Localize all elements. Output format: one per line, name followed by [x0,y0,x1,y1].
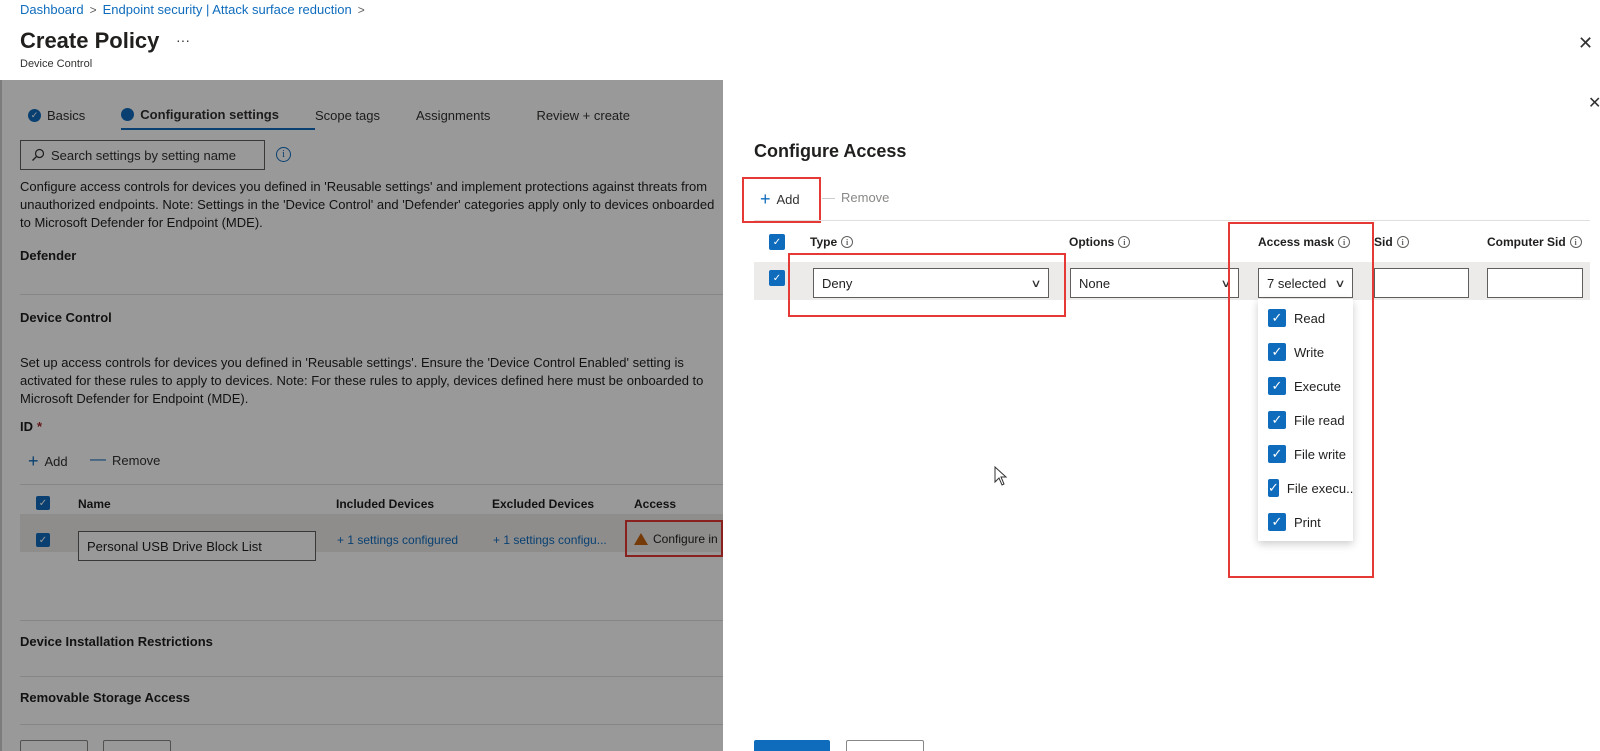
options-dropdown[interactable]: None ∨ [1070,268,1239,298]
column-header-type: Type i [810,235,854,249]
computer-sid-input[interactable] [1487,268,1583,298]
highlight-type-box [788,253,1066,317]
blade-select-all-checkbox[interactable]: ✓ [769,234,785,250]
column-label: Computer Sid [1487,235,1566,249]
breadcrumb-separator: > [89,2,97,17]
close-page-icon[interactable]: ✕ [1578,34,1593,52]
blade-remove-button[interactable]: — Remove [822,190,889,205]
save-button[interactable] [754,740,830,751]
breadcrumb: Dashboard > Endpoint security | Attack s… [20,2,365,17]
mouse-cursor-icon [994,466,1008,486]
minus-icon: — [822,190,835,205]
highlight-access-mask-box [1228,222,1374,578]
info-icon[interactable]: i [1118,236,1131,248]
cancel-button[interactable] [846,740,924,751]
modal-overlay [0,80,723,751]
more-options-button[interactable]: ··· [176,32,190,48]
column-header-options: Options i [1069,235,1131,249]
access-row-checkbox[interactable]: ✓ [769,270,785,286]
breadcrumb-endpoint-security[interactable]: Endpoint security | Attack surface reduc… [103,2,352,17]
divider [754,220,1590,221]
remove-label: Remove [841,190,890,205]
page-subtitle: Device Control [20,58,93,70]
info-icon[interactable]: i [1569,236,1582,248]
column-label: Options [1069,235,1115,249]
configure-access-blade [723,80,1600,751]
column-label: Sid [1374,235,1393,249]
info-icon[interactable]: i [841,236,854,248]
breadcrumb-separator: > [357,2,365,17]
breadcrumb-dashboard[interactable]: Dashboard [20,2,84,17]
column-header-computer-sid: Computer Sid i [1487,235,1582,249]
highlight-add-box [742,177,821,223]
column-label: Type [810,235,838,249]
options-value: None [1079,275,1111,291]
sid-input[interactable] [1374,268,1469,298]
page-title: Create Policy [20,28,160,53]
info-icon[interactable]: i [1396,236,1409,248]
column-header-sid: Sid i [1374,235,1409,249]
close-blade-icon[interactable]: ✕ [1588,96,1600,112]
blade-title: Configure Access [754,141,907,161]
